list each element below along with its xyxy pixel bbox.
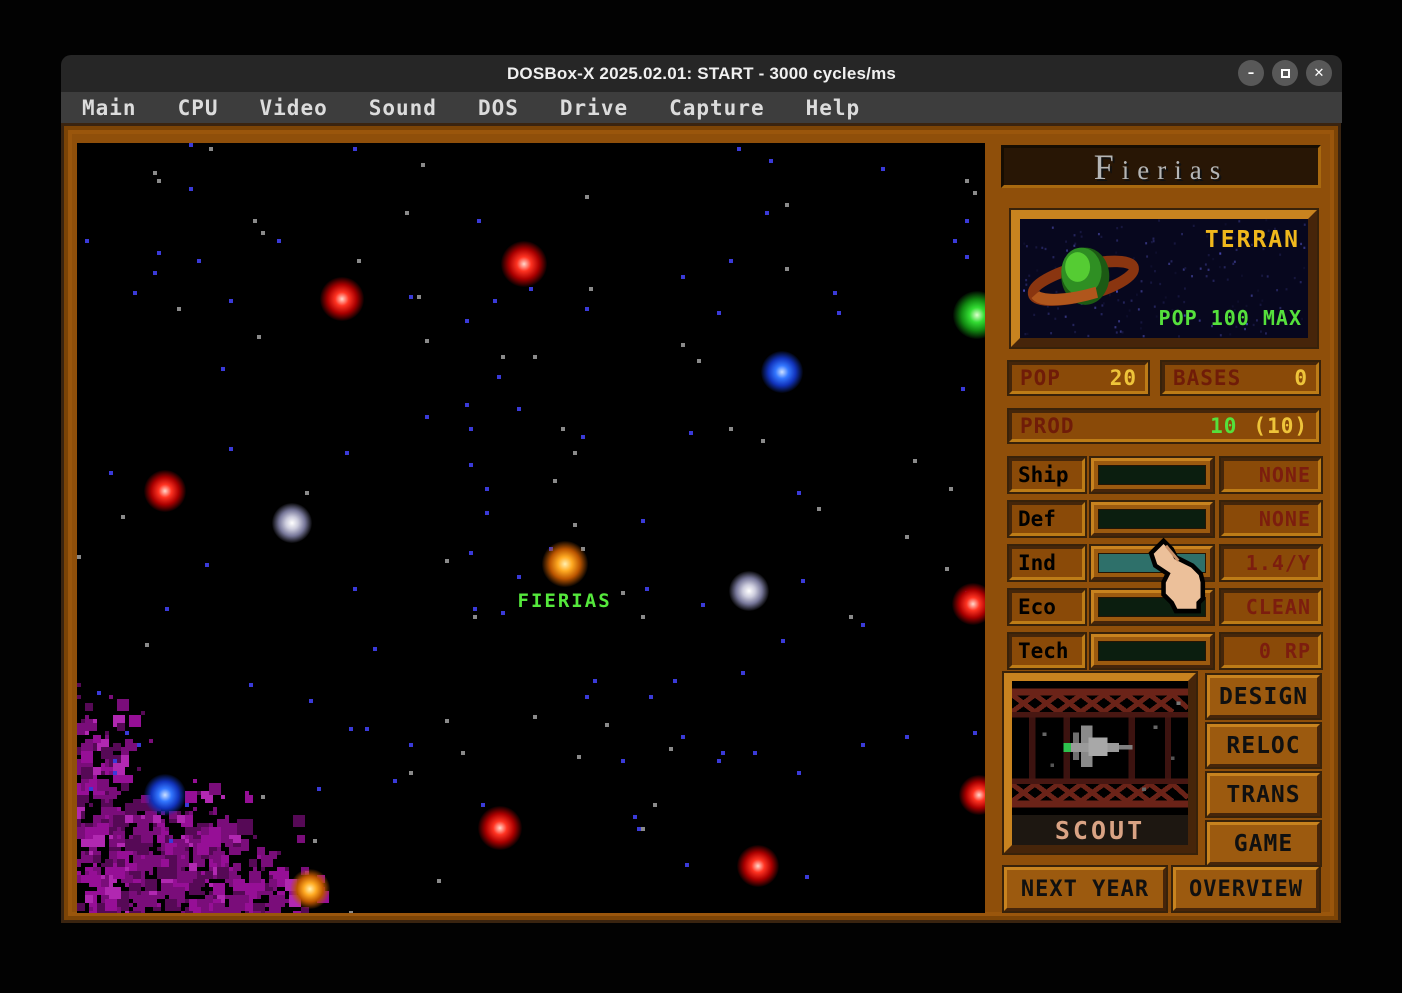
ship-hangar-art: [1012, 681, 1188, 815]
prod-stat-box: PROD 10 (10): [1009, 410, 1319, 442]
slider-eco[interactable]: [1091, 590, 1213, 624]
planet-popmax-label: POP 100 MAX: [1159, 306, 1302, 330]
star[interactable]: [737, 845, 779, 887]
menu-item-cpu[interactable]: CPU: [178, 96, 219, 120]
pop-label: POP: [1020, 366, 1061, 390]
menu-item-main[interactable]: Main: [82, 96, 137, 120]
window-controls: – ✕: [1238, 60, 1332, 86]
minimize-button[interactable]: –: [1238, 60, 1264, 86]
ship-name-label: SCOUT: [1012, 815, 1188, 845]
design-button[interactable]: DESIGN: [1207, 675, 1320, 718]
next-year-button[interactable]: NEXT YEAR: [1004, 867, 1166, 911]
menu-item-dos[interactable]: DOS: [478, 96, 519, 120]
slider-label-eco: Eco: [1009, 590, 1085, 624]
menu-item-capture[interactable]: Capture: [669, 96, 765, 120]
slider-value-ship: NONE: [1221, 458, 1321, 492]
star[interactable]: [478, 806, 522, 850]
planet-panel: Fierias TERRAN POP 100 MAX POP 20: [1001, 123, 1325, 923]
planet-name-box: Fierias: [1001, 145, 1321, 188]
slider-label-ship: Ship: [1009, 458, 1085, 492]
maximize-button[interactable]: [1272, 60, 1298, 86]
menu-item-help[interactable]: Help: [806, 96, 861, 120]
slider-value-eco: CLEAN: [1221, 590, 1321, 624]
bases-label: BASES: [1173, 366, 1241, 390]
slider-label-def: Def: [1009, 502, 1085, 536]
slider-ind[interactable]: [1091, 546, 1213, 580]
slider-value-def: NONE: [1221, 502, 1321, 536]
selection-bracket: [535, 540, 595, 588]
close-button[interactable]: ✕: [1306, 60, 1332, 86]
prod-value: 10: [1210, 414, 1237, 438]
slider-label-tech: Tech: [1009, 634, 1085, 668]
prod-capacity: (10): [1253, 414, 1308, 438]
star[interactable]: [729, 571, 769, 611]
game-button[interactable]: GAME: [1207, 822, 1320, 865]
trans-button[interactable]: TRANS: [1207, 773, 1320, 816]
planet-viewer: TERRAN POP 100 MAX: [1011, 210, 1317, 347]
pop-stat-box: POP 20: [1009, 362, 1148, 394]
star[interactable]: [144, 774, 186, 816]
star[interactable]: [320, 277, 364, 321]
slider-tech[interactable]: [1091, 634, 1213, 668]
slider-ship[interactable]: [1091, 458, 1213, 492]
planet-name: Fierias: [1094, 146, 1229, 188]
menu-item-sound[interactable]: Sound: [369, 96, 437, 120]
overview-button[interactable]: OVERVIEW: [1173, 867, 1319, 911]
galaxy-map[interactable]: FIERIAS: [77, 143, 985, 913]
slider-label-ind: Ind: [1009, 546, 1085, 580]
bases-stat-box: BASES 0: [1162, 362, 1319, 394]
planet-type-label: TERRAN: [1205, 227, 1300, 253]
pop-value: 20: [1110, 366, 1137, 390]
dosbox-window: DOSBox-X 2025.02.01: START - 3000 cycles…: [61, 55, 1342, 923]
slider-value-tech: 0 RP: [1221, 634, 1321, 668]
slider-def[interactable]: [1091, 502, 1213, 536]
star[interactable]: [501, 241, 547, 287]
star[interactable]: [761, 351, 803, 393]
star[interactable]: [272, 503, 312, 543]
menu-item-video[interactable]: Video: [260, 96, 328, 120]
ship-viewer[interactable]: SCOUT: [1004, 673, 1196, 853]
window-title: DOSBox-X 2025.02.01: START - 3000 cycles…: [507, 64, 896, 84]
slider-value-ind: 1.4/Y: [1221, 546, 1321, 580]
title-bar[interactable]: DOSBox-X 2025.02.01: START - 3000 cycles…: [61, 55, 1342, 92]
star[interactable]: [290, 869, 330, 909]
reloc-button[interactable]: RELOC: [1207, 724, 1320, 767]
menu-item-drive[interactable]: Drive: [560, 96, 628, 120]
selected-star-label: FIERIAS: [518, 590, 612, 612]
star[interactable]: [144, 470, 186, 512]
bases-value: 0: [1294, 366, 1308, 390]
prod-label: PROD: [1020, 414, 1075, 438]
game-screen: FIERIAS Fierias TERRAN POP 100 MAX: [61, 123, 1341, 923]
menu-bar: Main CPU Video Sound DOS Drive Capture Help: [61, 92, 1342, 123]
